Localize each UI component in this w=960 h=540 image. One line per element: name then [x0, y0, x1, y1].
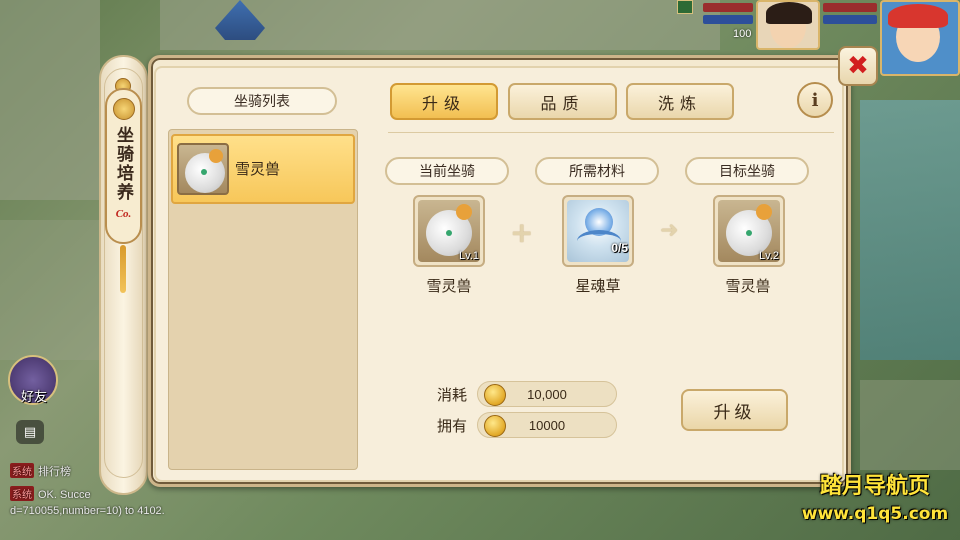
- chat-line: 系统 排行榜: [10, 463, 71, 479]
- chat-text: OK. Succe: [38, 489, 91, 501]
- target-mount-slot[interactable]: Lv.2: [713, 195, 785, 267]
- material-count: 0/5: [611, 241, 628, 255]
- divider: [388, 132, 834, 133]
- friend-label: 好友: [20, 390, 47, 405]
- current-mount-level: Lv.1: [459, 250, 479, 262]
- player-portrait[interactable]: [880, 0, 960, 76]
- arrow-right-icon: ➜: [660, 218, 679, 243]
- target-mount-heading: 目标坐骑: [685, 157, 809, 185]
- info-icon[interactable]: i: [797, 82, 833, 118]
- tab-upgrade[interactable]: 升级: [390, 83, 498, 120]
- coin-icon: [484, 384, 506, 406]
- chat-tag: 系统: [10, 486, 34, 501]
- watermark-url: www.q1q5.com: [801, 504, 949, 524]
- seal-stamp: Co.: [115, 208, 132, 220]
- current-mount-slot[interactable]: Lv.1: [413, 195, 485, 267]
- tab-refine[interactable]: 洗炼: [626, 83, 734, 120]
- player-level: 100: [733, 28, 752, 40]
- plus-icon: +: [510, 216, 534, 249]
- material-slot[interactable]: 0/5: [562, 195, 634, 267]
- target-mount-level: Lv.2: [759, 250, 779, 262]
- upgrade-button[interactable]: 升级: [681, 389, 788, 431]
- current-mount-heading: 当前坐骑: [385, 157, 509, 185]
- chat-line: 系统 OK. Succe: [10, 486, 91, 501]
- current-mount-name: 雪灵兽: [426, 277, 472, 295]
- chat-text: 排行榜: [38, 466, 71, 478]
- consume-value: 10,000: [527, 387, 567, 402]
- tab-mount-training[interactable]: 坐骑培养 Co.: [105, 88, 142, 244]
- hero-portrait[interactable]: [756, 0, 820, 50]
- chat-line: d=710055,number=10) to 4102.: [10, 505, 165, 517]
- consume-field: 10,000: [477, 381, 617, 407]
- own-field: 10000: [477, 412, 617, 438]
- target-mount-name: 雪灵兽: [725, 277, 771, 295]
- mount-list-item[interactable]: 雪灵兽: [171, 134, 355, 204]
- own-label: 拥有: [437, 417, 468, 435]
- coin-icon: [484, 415, 506, 437]
- mount-list-heading: 坐骑列表: [187, 87, 337, 115]
- own-value: 10000: [528, 418, 566, 433]
- scroll-title: 坐骑培养: [113, 126, 133, 202]
- chat-tag: 系统: [10, 463, 34, 478]
- chat-bubble-icon[interactable]: ▤: [16, 420, 44, 444]
- consume-label: 消耗: [437, 386, 468, 404]
- chat-text: d=710055,number=10) to 4102.: [10, 505, 165, 517]
- medal-icon: [112, 98, 135, 120]
- mount-list-item-name: 雪灵兽: [235, 160, 281, 178]
- minimap-button[interactable]: [677, 0, 693, 14]
- mount-thumbnail: [177, 143, 229, 195]
- material-name: 星魂草: [575, 277, 621, 295]
- close-button[interactable]: ✖: [838, 46, 878, 86]
- tassel-icon: [120, 245, 126, 293]
- watermark-title: 踏月导航页: [819, 474, 930, 499]
- tab-quality[interactable]: 品质: [508, 83, 617, 120]
- material-heading: 所需材料: [535, 157, 659, 185]
- close-icon: ✖: [847, 51, 869, 81]
